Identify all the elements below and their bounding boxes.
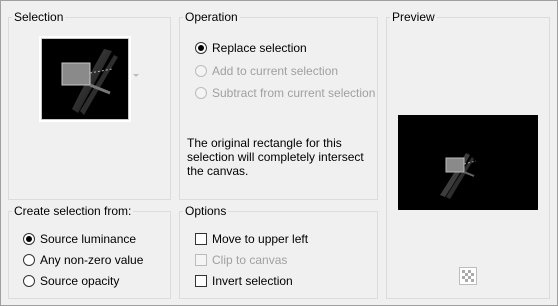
- checkbox-move-to-upper-left[interactable]: Move to upper left: [195, 231, 308, 247]
- radio-button-icon: [23, 275, 35, 287]
- radio-any-non-zero-value[interactable]: Any non-zero value: [23, 252, 143, 268]
- checkbox-icon: [195, 254, 207, 266]
- checkerboard-icon[interactable]: [459, 267, 477, 285]
- selection-group: Selection: [8, 10, 171, 200]
- create-selection-group: Create selection from: Source luminance …: [8, 204, 171, 299]
- radio-label: Source opacity: [40, 274, 120, 288]
- checkbox-icon: [195, 233, 207, 245]
- options-group-title: Options: [183, 204, 229, 218]
- radio-source-luminance[interactable]: Source luminance: [23, 231, 136, 247]
- radio-source-opacity[interactable]: Source opacity: [23, 273, 119, 289]
- selection-thumbnail-image: [61, 49, 118, 115]
- radio-subtract-from-selection[interactable]: Subtract from current selection: [195, 85, 375, 101]
- radio-label: Subtract from current selection: [212, 86, 376, 100]
- radio-label: Add to current selection: [212, 64, 339, 78]
- radio-add-to-selection[interactable]: Add to current selection: [195, 63, 338, 79]
- checkbox-label: Clip to canvas: [212, 253, 288, 267]
- thumbnail-dropdown-icon[interactable]: [133, 74, 139, 77]
- radio-button-icon: [23, 233, 35, 245]
- preview-image-art: [440, 153, 477, 199]
- radio-replace-selection[interactable]: Replace selection: [195, 40, 307, 56]
- operation-info-text: The original rectangle for this selectio…: [187, 136, 364, 178]
- checkbox-label: Move to upper left: [212, 232, 309, 246]
- checkbox-icon: [195, 275, 207, 287]
- checkbox-label: Invert selection: [212, 274, 293, 288]
- preview-group-title: Preview: [390, 10, 437, 24]
- create-selection-group-title: Create selection from:: [12, 204, 134, 218]
- checkbox-invert-selection[interactable]: Invert selection: [195, 273, 293, 289]
- preview-image: [398, 115, 538, 210]
- radio-label: Replace selection: [212, 41, 307, 55]
- preview-group: Preview: [386, 10, 550, 299]
- radio-button-icon: [195, 65, 207, 77]
- radio-button-icon: [195, 87, 207, 99]
- radio-label: Source luminance: [40, 232, 137, 246]
- operation-group-title: Operation: [183, 10, 240, 24]
- operation-group: Operation Replace selection Add to curre…: [179, 10, 378, 200]
- checkbox-clip-to-canvas[interactable]: Clip to canvas: [195, 252, 287, 268]
- checkerboard-icon-glyph: [462, 270, 474, 282]
- radio-label: Any non-zero value: [40, 253, 144, 267]
- radio-button-icon: [23, 254, 35, 266]
- options-group: Options Move to upper left Clip to canva…: [179, 204, 378, 299]
- selection-thumbnail[interactable]: [41, 38, 129, 120]
- radio-button-icon: [195, 42, 207, 54]
- selection-group-title: Selection: [12, 10, 66, 24]
